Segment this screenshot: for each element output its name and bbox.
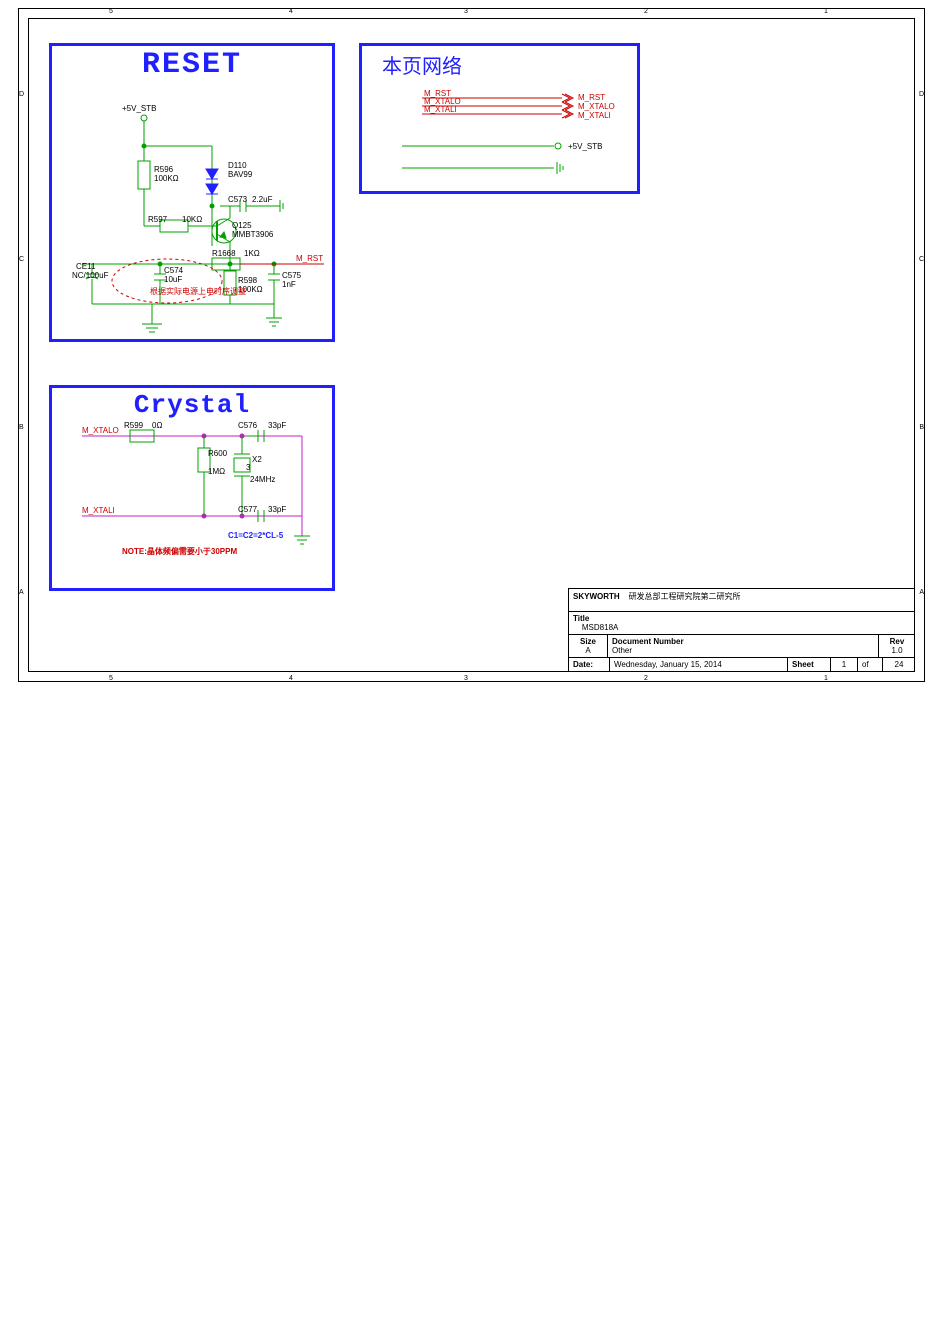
r599-ref: R599 [124,421,144,430]
crystal-schematic: M_XTALO M_XTALI R599 0Ω R600 1MΩ X2 3 24… [52,388,332,588]
net-r1: M_XTALO [578,102,615,111]
x2-val: 24MHz [250,475,275,484]
r596-ref: R596 [154,165,174,174]
sheet-frame: 5 4 3 2 1 5 4 3 2 1 D C B A D C B A RESE… [18,8,925,682]
xtalo-label: M_XTALO [82,426,119,435]
col-5-bot: 5 [109,675,113,682]
tb-sheet-lab: Sheet [792,660,814,669]
tb-docnum-lab: Document Number [612,637,684,646]
reset-net: M_RST [296,254,323,263]
r596-val: 100KΩ [154,174,179,183]
c577-val: 33pF [268,505,286,514]
r600-val: 1MΩ [208,467,225,476]
col-4-bot: 4 [289,675,293,682]
tb-date: Wednesday, January 15, 2014 [614,660,722,669]
r597-ref: R597 [148,215,168,224]
q125-ref: Q125 [232,221,252,230]
crystal-eq: C1=C2=2*CL-5 [228,531,284,540]
reset-block: RESET [49,43,335,342]
tb-size: A [585,646,590,655]
tb-docnum: Other [612,646,632,655]
tb-title-lab: Title [573,614,589,623]
col-1-bot: 1 [824,675,828,682]
tb-company: SKYWORTH [573,592,620,601]
x2-pin: 3 [246,463,251,472]
tb-title: MSD818A [582,623,618,632]
col-5-top: 5 [109,8,113,15]
row-a-l: A [19,589,24,596]
row-c-r: C [919,256,924,263]
r598-ref: R598 [238,276,258,285]
c576-val: 33pF [268,421,286,430]
d110-val: BAV99 [228,170,253,179]
x2-ref: X2 [252,455,262,464]
net-schematic: M_RST M_XTALO M_XTALI M_RST M_XTALO M_XT… [362,46,637,191]
row-b-l: B [19,424,24,431]
c576-ref: C576 [238,421,258,430]
col-3-top: 3 [464,8,468,15]
r599-val: 0Ω [152,421,162,430]
col-4-top: 4 [289,8,293,15]
tb-sheet: 1 [842,660,846,669]
row-a-r: A [919,589,924,596]
crystal-block: Crystal M_XTALO M_XTALI R599 [49,385,335,591]
net-r2: M_XTALI [578,111,611,120]
net-l2: M_XTALI [424,105,457,114]
col-2-bot: 2 [644,675,648,682]
col-3-bot: 3 [464,675,468,682]
tb-total: 24 [895,660,904,669]
c573-ref: C573 [228,195,248,204]
row-b-r: B [919,424,924,431]
r1668-val: 1KΩ [244,249,260,258]
tb-date-lab: Date: [573,660,593,669]
tb-of-lab: of [862,660,869,669]
r600-ref: R600 [208,449,228,458]
c573-val: 2.2uF [252,195,273,204]
page: 5 4 3 2 1 5 4 3 2 1 D C B A D C B A RESE… [0,0,950,1344]
row-d-l: D [19,91,24,98]
tb-rev-lab: Rev [890,637,905,646]
row-d-r: D [919,91,924,98]
c575-ref: C575 [282,271,302,280]
col-2-top: 2 [644,8,648,15]
col-1-top: 1 [824,8,828,15]
crystal-note: NOTE:晶体频偏需要小于30PPM [122,546,237,556]
net-block: 本页网络 M_RST M_XTALO M_XTALI M_RST M_XTALO… [359,43,640,194]
reset-power: +5V_STB [122,104,156,113]
title-block: SKYWORTH 研发总部工程研究院第二研究所 Title MSD818A Si… [568,588,915,672]
c574-val: 10uF [164,275,182,284]
row-c-l: C [19,256,24,263]
net-pwr: +5V_STB [568,142,602,151]
ce11-val: NC/100uF [72,271,109,280]
c575-val: 1nF [282,280,296,289]
q125-val: MMBT3906 [232,230,274,239]
reset-schematic: +5V_STB R596 100KΩ D110 BAV99 C573 2.2uF… [52,46,332,339]
r1668-ref: R1668 [212,249,236,258]
xtali-label: M_XTALI [82,506,115,515]
ce11-ref: CE11 [76,262,96,271]
d110-ref: D110 [228,161,247,170]
tb-size-lab: Size [580,637,596,646]
reset-note: 根据实际电源上电时序调整 [150,286,246,296]
tb-rev: 1.0 [891,646,902,655]
net-r0: M_RST [578,93,605,102]
r597-val: 10KΩ [182,215,202,224]
c574-ref: C574 [164,266,184,275]
tb-company2: 研发总部工程研究院第二研究所 [629,592,741,601]
c577-ref: C577 [238,505,258,514]
